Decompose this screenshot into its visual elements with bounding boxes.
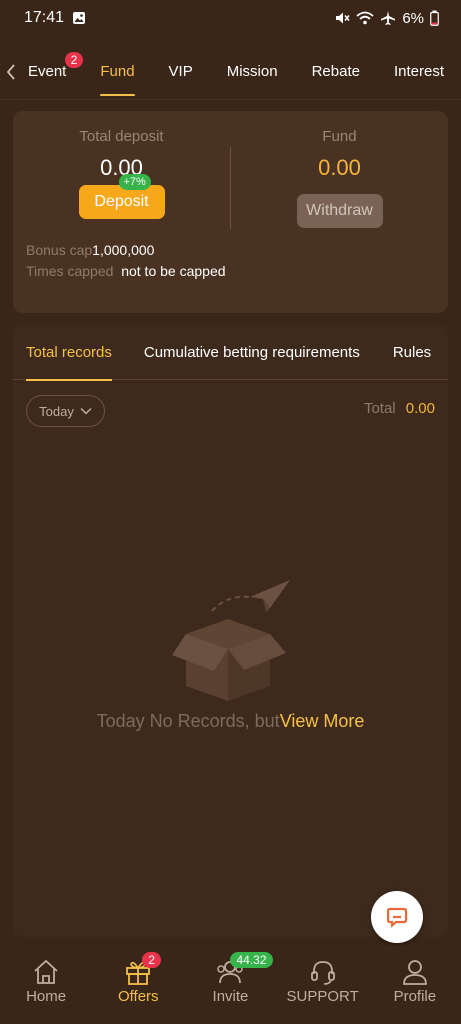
fund-value: 0.00 xyxy=(318,155,361,180)
tab-rules[interactable]: Rules xyxy=(393,325,431,380)
battery-icon xyxy=(430,10,439,26)
nav-label: Offers xyxy=(117,988,159,1005)
nav-offers[interactable]: Offers 2 xyxy=(92,952,184,1005)
gallery-notification-icon xyxy=(73,12,86,24)
tab-vip[interactable]: VIP xyxy=(152,44,210,99)
tab-label: Total records xyxy=(26,343,112,361)
fund-label: Fund xyxy=(322,128,357,145)
status-bar: 17:41 6% xyxy=(0,0,461,36)
back-button[interactable] xyxy=(0,44,22,99)
empty-state-text: Today No Records, but xyxy=(96,711,280,731)
nav-label: SUPPORT xyxy=(286,988,359,1005)
total-deposit-section: Total deposit 0.00 Deposit +7% xyxy=(13,111,230,219)
airplane-icon xyxy=(381,11,396,25)
tab-fund[interactable]: Fund xyxy=(83,44,151,99)
tab-label: Interest xyxy=(393,63,444,80)
invite-badge: 44.32 xyxy=(230,952,273,968)
total-value: 0.00 xyxy=(405,400,435,417)
times-capped-row: Times capped not to be capped xyxy=(26,262,226,280)
offers-badge: 2 xyxy=(142,952,161,968)
nav-invite[interactable]: Invite 44.32 xyxy=(184,952,276,1005)
total-deposit-label: Total deposit xyxy=(79,128,164,145)
date-filter-dropdown[interactable]: Today xyxy=(26,395,105,427)
chat-support-button[interactable] xyxy=(371,891,423,943)
tab-cumulative-betting[interactable]: Cumulative betting requirements xyxy=(144,325,360,380)
view-more-link[interactable]: View More xyxy=(280,711,365,731)
event-badge: 2 xyxy=(64,51,84,68)
chevron-left-icon xyxy=(6,63,15,80)
fund-section: Fund 0.00 Withdraw xyxy=(231,111,448,228)
tab-rebate[interactable]: Rebate xyxy=(295,44,377,99)
bottom-navigation: Home Offers 2 Invite 44.32 SUPPORT Profi… xyxy=(0,946,461,1024)
top-tab-bar: Event 2 Fund VIP Mission Rebate Interest xyxy=(0,44,461,100)
mute-icon xyxy=(336,12,350,24)
records-tab-bar: Total records Cumulative betting require… xyxy=(13,325,448,381)
bonus-cap-row: Bonus cap1,000,000 xyxy=(26,241,226,259)
nav-profile[interactable]: Profile xyxy=(369,958,461,1005)
times-capped-label: Times capped xyxy=(26,263,114,279)
tab-label: Fund xyxy=(100,63,135,80)
nav-label: Home xyxy=(26,988,67,1005)
deposit-button[interactable]: Deposit +7% xyxy=(78,174,165,219)
tab-mission[interactable]: Mission xyxy=(210,44,295,99)
cap-info: Bonus cap1,000,000 Times capped not to b… xyxy=(26,241,226,283)
fund-card: Total deposit 0.00 Deposit +7% Fund 0.00… xyxy=(13,111,448,313)
tab-label: Rules xyxy=(392,343,432,361)
tab-label: Mission xyxy=(226,63,278,80)
deposit-bonus-badge: +7% xyxy=(118,174,151,190)
profile-icon xyxy=(402,960,427,985)
status-time: 17:41 xyxy=(24,9,65,26)
nav-label: Invite xyxy=(212,988,249,1005)
tab-label: VIP xyxy=(168,63,193,80)
tab-total-records[interactable]: Total records xyxy=(26,325,112,381)
battery-percent: 6% xyxy=(402,9,424,27)
total-summary: Total 0.00 xyxy=(364,400,435,417)
tab-interest[interactable]: Interest xyxy=(377,44,461,99)
chat-icon xyxy=(386,907,408,928)
nav-home[interactable]: Home xyxy=(0,958,92,1005)
home-icon xyxy=(34,959,58,984)
tab-label: Rebate xyxy=(311,63,360,80)
empty-state-message: Today No Records, butView More xyxy=(13,711,448,732)
nav-label: Profile xyxy=(393,988,437,1005)
date-filter-value: Today xyxy=(39,403,74,419)
tab-event[interactable]: Event 2 xyxy=(22,44,84,99)
deposit-button-label: Deposit xyxy=(94,193,149,210)
chevron-down-icon xyxy=(80,407,92,415)
headset-icon xyxy=(310,961,335,985)
times-capped-value: not to be capped xyxy=(121,263,226,279)
total-label: Total xyxy=(363,400,396,417)
empty-box-icon xyxy=(172,580,290,701)
records-card: Total records Cumulative betting require… xyxy=(13,325,448,937)
tab-label: Event xyxy=(27,63,67,80)
bonus-cap-value: 1,000,000 xyxy=(92,242,155,258)
tab-label: Cumulative betting requirements xyxy=(143,343,360,361)
nav-support[interactable]: SUPPORT xyxy=(277,958,369,1005)
wifi-icon xyxy=(356,11,374,25)
bonus-cap-label: Bonus cap xyxy=(26,242,93,258)
withdraw-button[interactable]: Withdraw xyxy=(296,194,383,228)
